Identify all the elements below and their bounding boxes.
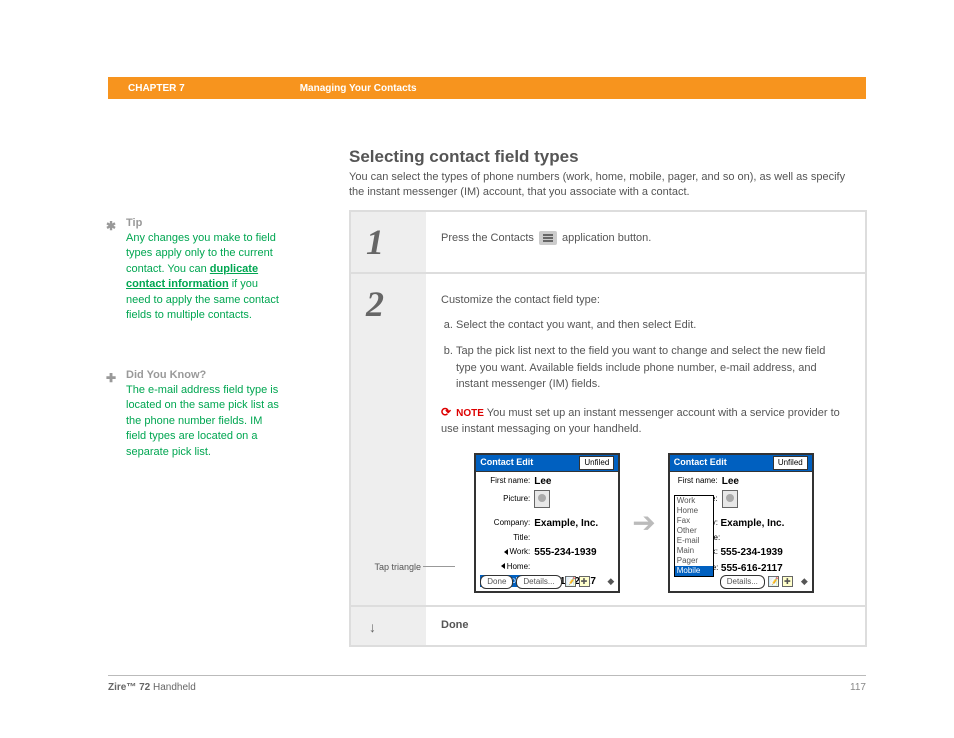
arrow-right-icon: ➔ [632, 502, 655, 544]
first-name-value: Lee [534, 474, 551, 489]
first-name-label: First name: [480, 475, 530, 487]
title-label: Title: [480, 532, 530, 544]
plus-icon: ✚ [106, 371, 116, 385]
contacts-app-icon [539, 231, 557, 245]
steps-panel: 1 Press the Contacts application button.… [349, 210, 867, 647]
work-phone: 555-234-1939 [534, 545, 596, 560]
picklist-option: Work [675, 496, 713, 506]
company-value: Example, Inc. [534, 516, 598, 531]
step-2-number-cell: 2 [351, 274, 426, 605]
palm-title-text: Contact Edit [674, 456, 727, 470]
step-1-number-cell: 1 [351, 212, 426, 272]
callout-leader-line [423, 566, 455, 567]
palm-titlebar: Contact Edit Unfiled [670, 455, 812, 472]
tip-heading: Tip [126, 217, 283, 229]
palm-footer: Done Details... 📝 ✚ ◆ [480, 575, 614, 589]
step-1-body: Press the Contacts application button. [426, 212, 865, 272]
did-you-know-callout: ✚ Did You Know? The e-mail address field… [108, 369, 283, 460]
step-1-text-post: application button. [559, 232, 651, 244]
company-label: Company: [480, 517, 530, 529]
step-2b: Tap the pick list next to the field you … [456, 343, 847, 393]
picklist-triangle-icon [501, 563, 505, 569]
footer-product: Zire™ 72 Handheld [108, 682, 196, 693]
done-icon-cell: ↓ [351, 607, 426, 645]
done-arrow-icon: ↓ [369, 619, 376, 635]
note-icon: ⟳ [441, 403, 451, 421]
done-label: Done [426, 607, 865, 645]
palm-scroll-arrows: ◆ [801, 575, 808, 589]
step-1-text-pre: Press the Contacts [441, 232, 537, 244]
picklist-option: Home [675, 506, 713, 516]
dyk-heading: Did You Know? [126, 369, 283, 381]
palm-footer: Details... 📝 ✚ ◆ [720, 575, 808, 589]
first-name-value: Lee [722, 474, 739, 489]
done-row: ↓ Done [351, 607, 865, 645]
note-text: You must set up an instant messenger acc… [441, 407, 840, 436]
page-title: Selecting contact field types [349, 147, 579, 167]
step-2-intro: Customize the contact field type: [441, 292, 847, 309]
company-value: Example, Inc. [720, 516, 784, 531]
palm-plus-icon: ✚ [579, 576, 590, 587]
chapter-title: Managing Your Contacts [300, 83, 417, 94]
picklist-option: E-mail [675, 536, 713, 546]
palm-title-text: Contact Edit [480, 456, 533, 470]
palm-screenshot-after: Contact Edit Unfiled First name:Lee Pict… [668, 453, 814, 593]
palm-details-button: Details... [516, 575, 561, 589]
asterisk-icon: ✱ [106, 219, 116, 233]
field-type-picklist: Work Home Fax Other E-mail Main Pager Mo… [674, 495, 714, 577]
footer-product-bold: Zire™ 72 [108, 682, 150, 693]
step-1-number: 1 [366, 224, 426, 260]
step-2-row: 2 Customize the contact field type: Sele… [351, 274, 865, 607]
picklist-option: Fax [675, 516, 713, 526]
picklist-option: Other [675, 526, 713, 536]
step-2-number: 2 [366, 286, 426, 322]
tap-triangle-callout: Tap triangle [361, 561, 421, 575]
picklist-option-selected: Mobile [675, 566, 713, 576]
palm-details-button: Details... [720, 575, 765, 589]
work-picklist: Work: [480, 546, 530, 558]
palm-note-icon: 📝 [768, 576, 779, 587]
dyk-body: The e-mail address field type is located… [126, 383, 283, 460]
picklist-option: Pager [675, 556, 713, 566]
page-number: 117 [850, 682, 866, 693]
picklist-triangle-icon [504, 549, 508, 555]
note-block: ⟳ NOTE You must set up an instant messen… [441, 403, 847, 438]
contact-picture-icon [534, 490, 550, 508]
palm-titlebar: Contact Edit Unfiled [476, 455, 618, 472]
work-phone: 555-234-1939 [720, 545, 782, 560]
header-bar: CHAPTER 7 Managing Your Contacts [108, 77, 866, 99]
palm-screenshot-before: Contact Edit Unfiled First name: Lee Pict… [474, 453, 620, 593]
step-2-body: Customize the contact field type: Select… [426, 274, 865, 605]
tip-callout: ✱ Tip Any changes you make to field type… [108, 217, 283, 323]
palm-category: Unfiled [773, 456, 808, 470]
palm-plus-icon: ✚ [782, 576, 793, 587]
mobile-phone: 555-616-2117 [721, 561, 783, 576]
footer-divider [108, 675, 866, 676]
picture-label: Picture: [480, 493, 530, 505]
contact-picture-icon [722, 490, 738, 508]
chapter-label: CHAPTER 7 [128, 83, 185, 94]
step-2a: Select the contact you want, and then se… [456, 317, 847, 334]
step-1-row: 1 Press the Contacts application button. [351, 212, 865, 274]
first-name-label: First name: [674, 475, 718, 487]
palm-done-button: Done [480, 575, 513, 589]
note-label: NOTE [456, 408, 484, 419]
intro-paragraph: You can select the types of phone number… [349, 170, 859, 201]
footer-product-rest: Handheld [150, 682, 196, 693]
tip-body: Any changes you make to field types appl… [126, 231, 283, 323]
palm-category: Unfiled [579, 456, 614, 470]
screenshots-row: Tap triangle Contact Edit Unfiled First … [441, 453, 847, 593]
home-picklist: Home: [480, 561, 530, 573]
palm-note-icon: 📝 [565, 576, 576, 587]
palm-scroll-arrows: ◆ [607, 575, 614, 589]
picklist-option: Main [675, 546, 713, 556]
